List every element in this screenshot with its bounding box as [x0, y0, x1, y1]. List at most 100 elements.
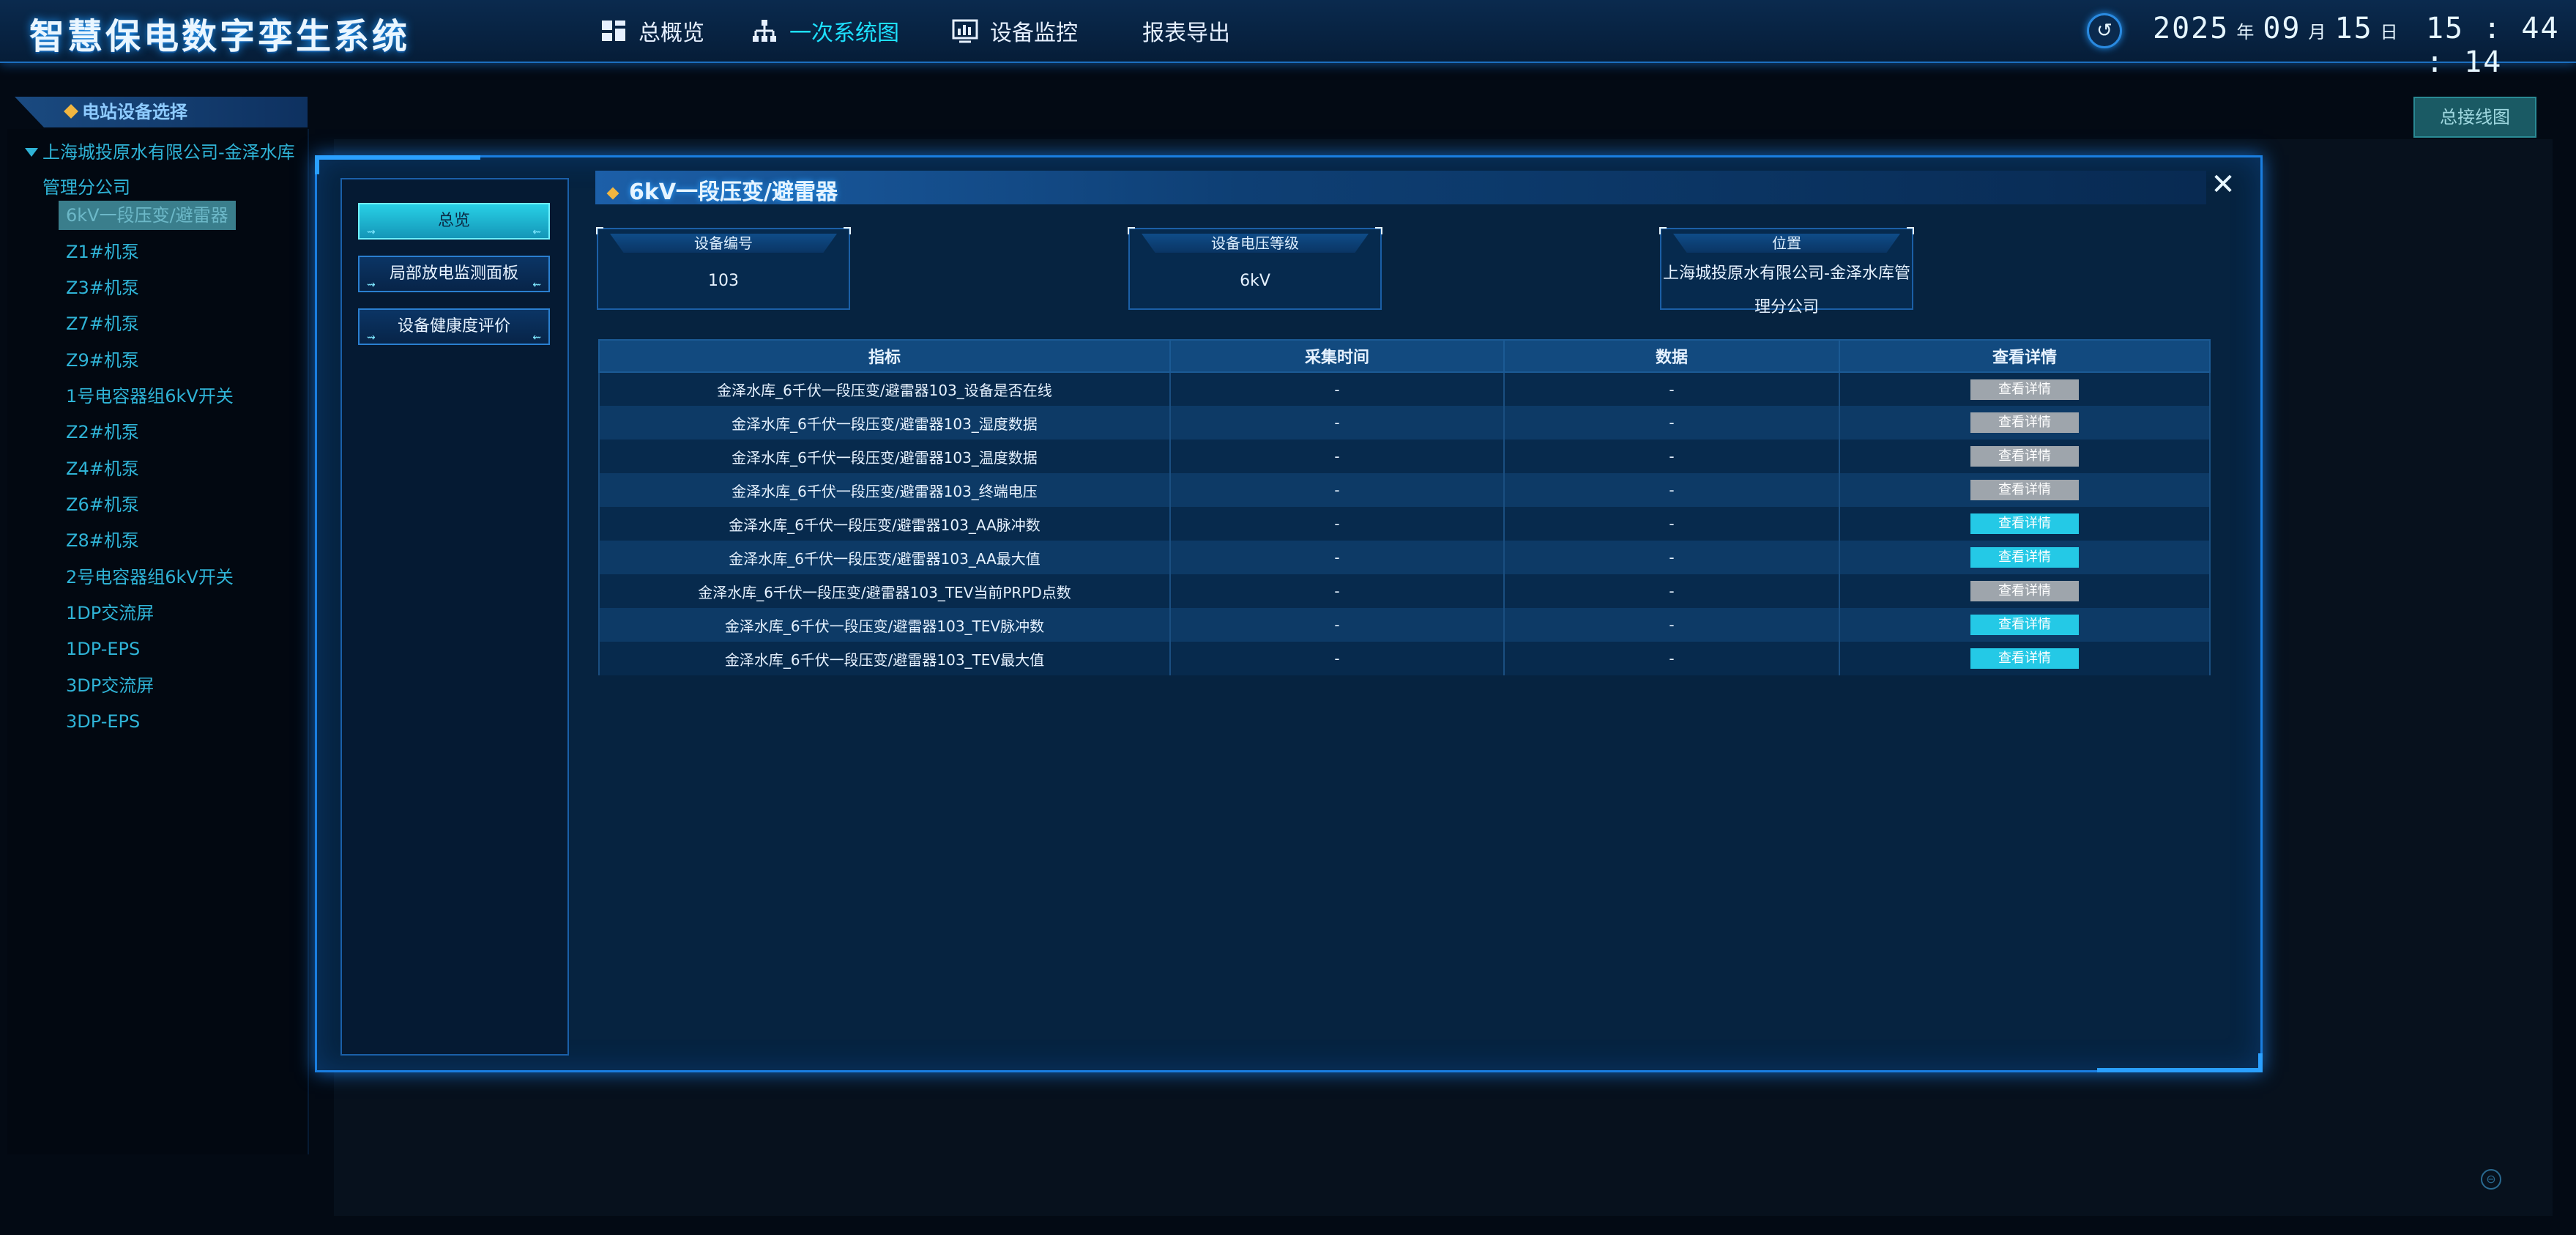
arrow-right-icon: ⇜ [532, 226, 541, 238]
card-value: 6kV [1240, 272, 1270, 290]
nav-report-export[interactable]: 报表导出 [1142, 15, 1230, 47]
tree-item[interactable]: 1号电容器组6kV开关 [59, 382, 241, 411]
expand-arrow-icon[interactable] [25, 148, 38, 157]
tree-item[interactable]: Z9#机泵 [59, 346, 146, 375]
time: 15 : 44 : 14 [2425, 12, 2560, 79]
view-detail-button[interactable]: 查看详情 [1970, 412, 2079, 433]
monitor-chart-icon [952, 18, 978, 44]
tree-item[interactable]: Z2#机泵 [59, 418, 146, 447]
detail-cell: 查看详情 [1839, 574, 2211, 608]
device-id-card: 设备编号 103 [596, 227, 851, 310]
tree-item[interactable]: Z6#机泵 [59, 490, 146, 519]
device-detail-modal: ⇝ 总览 ⇜ ⇝ 局部放电监测面板 ⇜ ⇝ 设备健康度评价 ⇜ 6kV一段压变/… [315, 155, 2263, 1072]
modal-left-panel: ⇝ 总览 ⇜ ⇝ 局部放电监测面板 ⇜ ⇝ 设备健康度评价 ⇜ [340, 178, 569, 1056]
tree-item[interactable]: Z1#机泵 [59, 237, 146, 267]
tree-item[interactable]: Z4#机泵 [59, 454, 146, 483]
tree-item[interactable]: 3DP交流屏 [59, 671, 161, 700]
location-card: 位置 上海城投原水有限公司-金泽水库管理分公司 [1659, 227, 1914, 316]
data-cell: - [1503, 541, 1840, 574]
datetime-display: 2025 年 09 月 15 日 15 : 44 : 14 [2153, 12, 2576, 79]
time-cell: - [1169, 574, 1505, 608]
column-header: 数据 [1503, 339, 1840, 373]
time-cell: - [1169, 372, 1505, 406]
tree-item[interactable]: Z8#机泵 [59, 526, 146, 555]
tree-item[interactable]: 1DP交流屏 [59, 598, 161, 628]
data-cell: - [1503, 473, 1840, 507]
card-label: 设备电压等级 [1142, 234, 1369, 253]
metric-cell: 金泽水库_6千伏一段压变/避雷器103_湿度数据 [598, 406, 1171, 440]
table-header-row: 指标 采集时间 数据 查看详情 [598, 339, 2211, 373]
time-cell: - [1169, 541, 1505, 574]
day-unit: 日 [2380, 22, 2400, 42]
tab-overview[interactable]: ⇝ 总览 ⇜ [358, 203, 550, 240]
view-detail-button[interactable]: 查看详情 [1970, 513, 2079, 534]
tree-root[interactable]: 上海城投原水有限公司-金泽水库管理分公司 [25, 135, 296, 205]
table-row: 金泽水库_6千伏一段压变/避雷器103_TEV脉冲数 - - 查看详情 [598, 608, 2211, 642]
back-icon[interactable]: ↺ [2087, 13, 2122, 48]
table-row: 金泽水库_6千伏一段压变/避雷器103_TEV最大值 - - 查看详情 [598, 642, 2211, 675]
close-icon[interactable]: ✕ [2206, 168, 2240, 201]
year: 2025 [2153, 12, 2230, 45]
card-label: 位置 [1673, 234, 1900, 253]
table-row: 金泽水库_6千伏一段压变/避雷器103_湿度数据 - - 查看详情 [598, 406, 2211, 440]
table-body: 金泽水库_6千伏一段压变/避雷器103_设备是否在线 - - 查看详情 金泽水库_6千伏… [598, 372, 2211, 675]
hierarchy-icon [751, 18, 778, 44]
card-value: 103 [708, 272, 739, 290]
view-detail-button[interactable]: 查看详情 [1970, 480, 2079, 500]
nav-primary-diagram[interactable]: 一次系统图 [751, 15, 899, 47]
detail-cell: 查看详情 [1839, 473, 2211, 507]
table-row: 金泽水库_6千伏一段压变/避雷器103_设备是否在线 - - 查看详情 [598, 372, 2211, 406]
tree-item[interactable]: 3DP-EPS [59, 707, 147, 736]
detail-cell: 查看详情 [1839, 507, 2211, 541]
view-detail-button[interactable]: 查看详情 [1970, 379, 2079, 400]
tab-health-evaluation-label: 设备健康度评价 [397, 317, 510, 335]
data-cell: - [1503, 406, 1840, 440]
nav-device-monitor[interactable]: 设备监控 [952, 15, 1078, 47]
voltage-level-card: 设备电压等级 6kV [1128, 227, 1382, 310]
tab-overview-label: 总览 [437, 212, 470, 230]
zoom-icon[interactable]: ⊖ [2481, 1169, 2501, 1190]
view-detail-button[interactable]: 查看详情 [1970, 615, 2079, 635]
view-detail-button[interactable]: 查看详情 [1970, 547, 2079, 568]
detail-cell: 查看详情 [1839, 406, 2211, 440]
tree-root-label: 上海城投原水有限公司-金泽水库管理分公司 [42, 142, 295, 198]
nav-primary-diagram-label: 一次系统图 [789, 21, 899, 46]
detail-cell: 查看详情 [1839, 541, 2211, 574]
table-row: 金泽水库_6千伏一段压变/避雷器103_终端电压 - - 查看详情 [598, 473, 2211, 507]
view-detail-button[interactable]: 查看详情 [1970, 648, 2079, 669]
card-label: 设备编号 [610, 234, 837, 253]
tree-item[interactable]: 2号电容器组6kV开关 [59, 563, 241, 592]
arrow-left-icon: ⇝ [367, 226, 376, 238]
table-row: 金泽水库_6千伏一段压变/避雷器103_AA最大值 - - 查看详情 [598, 541, 2211, 574]
tree-item[interactable]: Z3#机泵 [59, 273, 146, 303]
tree-item[interactable]: 6kV一段压变/避雷器 [59, 201, 236, 230]
day: 15 [2334, 12, 2373, 45]
modal-title-bar: 6kV一段压变/避雷器 [595, 171, 2206, 204]
tree-item[interactable]: 1DP-EPS [59, 634, 147, 664]
nav-overview[interactable]: 总概览 [600, 15, 704, 47]
view-detail-button[interactable]: 查看详情 [1970, 446, 2079, 467]
time-cell: - [1169, 473, 1505, 507]
arrow-left-icon: ⇝ [367, 332, 376, 344]
time-cell: - [1169, 642, 1505, 675]
sidebar-header-label: 电站设备选择 [82, 102, 187, 122]
arrow-right-icon: ⇜ [532, 279, 541, 291]
detail-cell: 查看详情 [1839, 440, 2211, 473]
metric-cell: 金泽水库_6千伏一段压变/避雷器103_TEV脉冲数 [598, 608, 1171, 642]
metric-cell: 金泽水库_6千伏一段压变/避雷器103_设备是否在线 [598, 372, 1171, 406]
app-title: 智慧保电数字孪生系统 [29, 16, 411, 57]
view-detail-button[interactable]: 查看详情 [1970, 581, 2079, 601]
overview-diagram-button[interactable]: 总接线图 [2413, 97, 2536, 138]
tab-health-evaluation[interactable]: ⇝ 设备健康度评价 ⇜ [358, 308, 550, 345]
time-cell: - [1169, 406, 1505, 440]
sidebar-header: 电站设备选择 [15, 97, 308, 127]
time-cell: - [1169, 608, 1505, 642]
data-cell: - [1503, 440, 1840, 473]
dashboard-icon [600, 18, 627, 44]
detail-cell: 查看详情 [1839, 608, 2211, 642]
modal-title: 6kV一段压变/避雷器 [606, 174, 838, 204]
table-row: 金泽水库_6千伏一段压变/避雷器103_温度数据 - - 查看详情 [598, 440, 2211, 473]
column-header: 采集时间 [1169, 339, 1505, 373]
tree-item[interactable]: Z7#机泵 [59, 309, 146, 338]
tab-partial-discharge[interactable]: ⇝ 局部放电监测面板 ⇜ [358, 256, 550, 292]
